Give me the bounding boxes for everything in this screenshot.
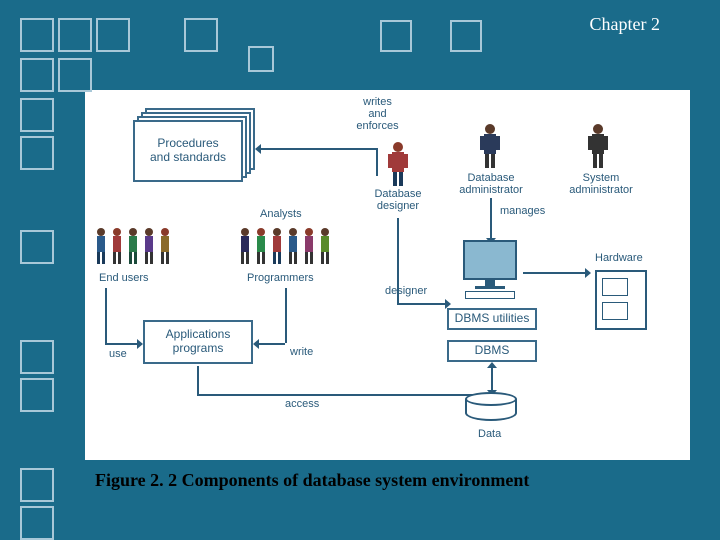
arrow-access-h — [197, 394, 491, 396]
dbms-box: DBMS — [447, 340, 537, 362]
arrow-designer-dbms — [397, 303, 445, 305]
db-designer-figure — [385, 140, 411, 193]
decor-square — [96, 18, 130, 52]
edge-write-label: write — [290, 346, 313, 358]
diagram-canvas: Procedures and standards writes and enfo… — [85, 90, 690, 460]
edge-use-label: use — [109, 348, 127, 360]
sys-admin-label: System administrator — [565, 172, 637, 196]
decor-square — [20, 340, 54, 374]
decor-square — [20, 378, 54, 412]
chapter-label: Chapter 2 — [590, 14, 660, 35]
people-group-icon — [91, 225, 179, 271]
people-group-icon — [235, 225, 335, 271]
arrow-write-v — [285, 288, 287, 343]
arrow-access-v1 — [197, 366, 199, 394]
hardware-label: Hardware — [595, 252, 643, 264]
decor-square — [20, 98, 54, 132]
decor-square — [450, 20, 482, 52]
person-icon — [477, 122, 503, 170]
decor-square — [20, 506, 54, 540]
person-icon — [385, 140, 411, 188]
edge-writes-enforces-label: writes and enforces — [350, 96, 405, 132]
arrow-designer-procedures — [261, 148, 376, 150]
edge-manages-label: manages — [500, 205, 545, 217]
sys-admin-figure — [585, 122, 611, 175]
decor-square — [20, 230, 54, 264]
end-users-label: End users — [99, 272, 149, 284]
dbms-utilities-box: DBMS utilities — [447, 308, 537, 330]
arrow-write-h — [259, 343, 285, 345]
decor-square — [380, 20, 412, 52]
arrow-admin-hardware — [490, 198, 492, 238]
db-admin-label: Database administrator — [455, 172, 527, 196]
edge-designer-label: designer — [385, 285, 427, 297]
procedures-box: Procedures and standards — [133, 120, 243, 182]
arrow-designer-v — [397, 218, 399, 303]
decor-square — [184, 18, 218, 52]
computer-icon — [463, 240, 517, 299]
decor-square — [20, 58, 54, 92]
end-users-figures — [91, 225, 179, 271]
arrow-dbms-data — [491, 364, 493, 390]
arrow-monitor-hardware — [523, 272, 585, 274]
programmers-figures — [235, 225, 335, 271]
db-designer-label: Database designer — [368, 188, 428, 212]
applications-box: Applications programs — [143, 320, 253, 364]
edge-access-label: access — [285, 398, 319, 410]
arrow-use-h — [105, 343, 137, 345]
figure-caption: Figure 2. 2 Components of database syste… — [95, 470, 529, 491]
arrow-use-v — [105, 288, 107, 343]
data-cylinder-icon — [465, 392, 517, 424]
decor-square — [248, 46, 274, 72]
programmers-label: Programmers — [247, 272, 314, 284]
decor-square — [20, 18, 54, 52]
decor-square — [58, 58, 92, 92]
decor-square — [58, 18, 92, 52]
arrow-designer-procedures-v — [376, 148, 378, 176]
hardware-icon — [595, 270, 647, 330]
db-admin-figure — [477, 122, 503, 175]
decor-square — [20, 136, 54, 170]
data-label: Data — [478, 428, 501, 440]
decor-square — [20, 468, 54, 502]
person-icon — [585, 122, 611, 170]
analysts-label: Analysts — [260, 208, 302, 220]
